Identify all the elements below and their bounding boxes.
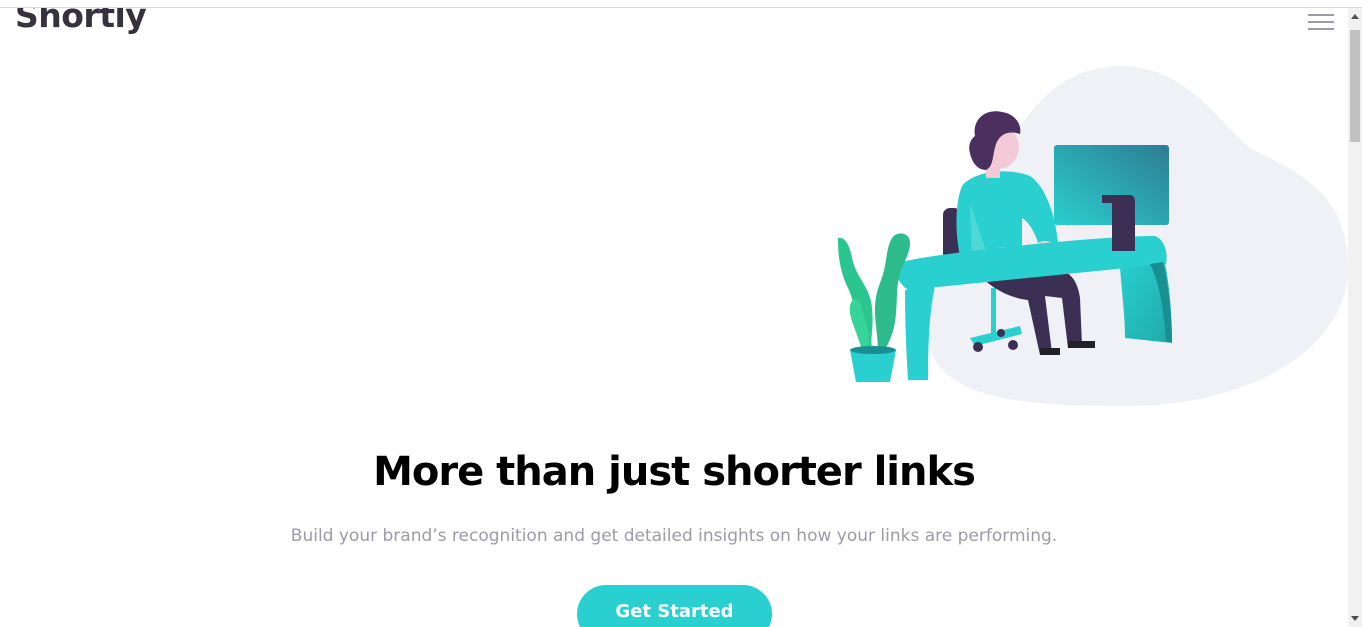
scroll-up-arrow-icon[interactable] [1351,14,1359,19]
hamburger-line [1308,14,1334,16]
hamburger-line [1308,28,1334,30]
plant-pot [850,350,896,382]
chair-stem [991,288,996,336]
hero-subtitle: Build your brand’s recognition and get d… [290,526,1058,546]
logo[interactable]: Shortly [15,8,147,35]
page: Shortly More than just shorter links Bui… [0,8,1348,627]
browser-top-border [0,0,1362,8]
scrollbar-thumb[interactable] [1350,30,1360,142]
hamburger-line [1308,21,1334,23]
person-working-illustration [838,66,1348,407]
vertical-scrollbar[interactable] [1348,8,1362,627]
get-started-button[interactable]: Get Started [577,585,772,627]
monitor [1054,145,1169,225]
hero-title: More than just shorter links [373,449,976,495]
scroll-down-arrow-icon[interactable] [1351,616,1359,621]
hamburger-menu-icon[interactable] [1308,12,1334,34]
